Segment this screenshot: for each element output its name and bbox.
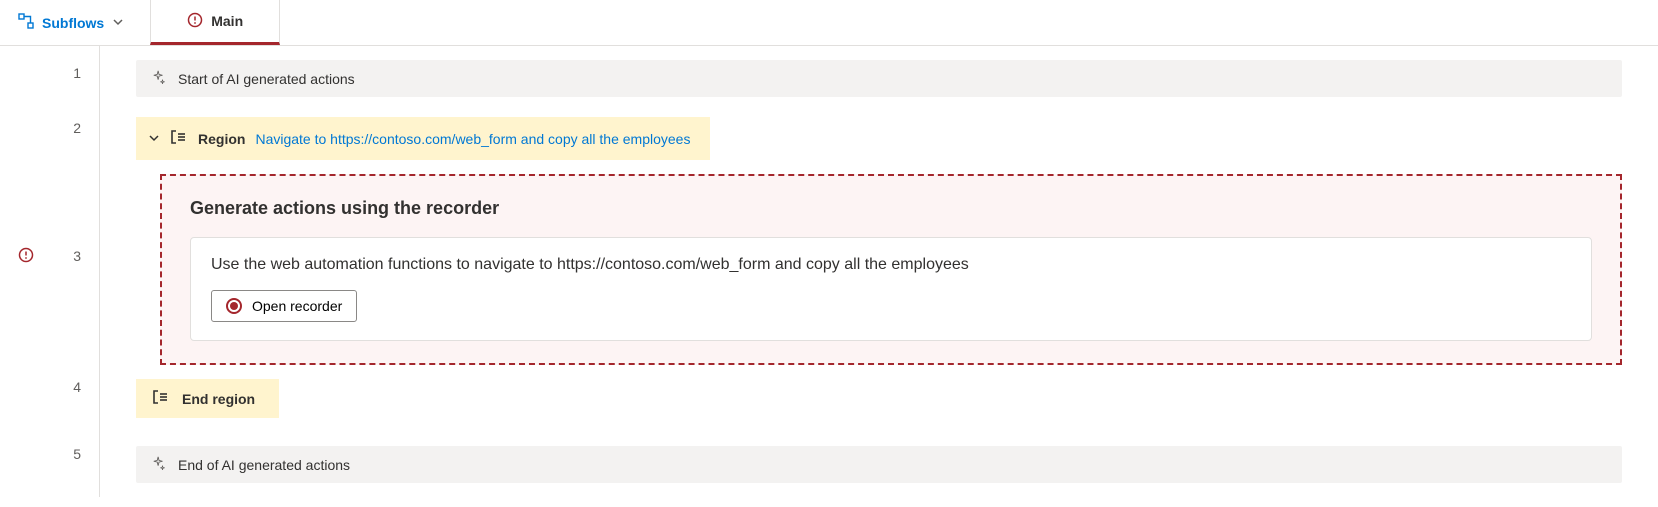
region-icon <box>170 129 188 148</box>
action-end-region[interactable]: End region <box>136 379 279 418</box>
line-number: 4 <box>0 356 99 418</box>
chevron-down-icon[interactable] <box>148 131 160 147</box>
line-number: 3 <box>0 156 99 356</box>
region-label: Region <box>198 131 245 147</box>
flow-icon <box>18 13 34 32</box>
record-icon <box>226 298 242 314</box>
subflows-label: Subflows <box>42 15 104 31</box>
open-recorder-label: Open recorder <box>252 298 342 314</box>
error-icon <box>18 247 34 266</box>
tab-main[interactable]: Main <box>150 0 280 45</box>
sparkle-icon <box>152 70 166 87</box>
line-gutter: 1 2 3 4 5 <box>0 46 100 497</box>
line-number: 1 <box>0 46 99 100</box>
tab-main-label: Main <box>211 13 243 29</box>
recorder-placeholder: Generate actions using the recorder Use … <box>160 174 1622 365</box>
line-number: 2 <box>0 100 99 156</box>
top-bar: Subflows Main <box>0 0 1658 46</box>
action-label: Start of AI generated actions <box>178 71 355 87</box>
content-area: 1 2 3 4 5 Start of AI generated actions <box>0 46 1658 497</box>
action-end-ai[interactable]: End of AI generated actions <box>136 446 1622 483</box>
action-region[interactable]: Region Navigate to https://contoso.com/w… <box>136 117 710 160</box>
main-panel: Start of AI generated actions Region Nav… <box>100 46 1658 497</box>
action-label: End of AI generated actions <box>178 457 350 473</box>
subflows-dropdown[interactable]: Subflows <box>0 0 142 45</box>
region-icon <box>152 389 170 408</box>
line-number: 5 <box>0 418 99 490</box>
error-icon <box>187 12 203 31</box>
action-start-ai[interactable]: Start of AI generated actions <box>136 60 1622 97</box>
sparkle-icon <box>152 456 166 473</box>
chevron-down-icon <box>112 15 124 31</box>
recorder-card: Use the web automation functions to navi… <box>190 237 1592 341</box>
recorder-description: Use the web automation functions to navi… <box>211 256 1571 274</box>
end-region-label: End region <box>182 391 255 407</box>
recorder-title: Generate actions using the recorder <box>190 198 1592 219</box>
region-description-link[interactable]: Navigate to https://contoso.com/web_form… <box>255 131 690 147</box>
open-recorder-button[interactable]: Open recorder <box>211 290 357 322</box>
